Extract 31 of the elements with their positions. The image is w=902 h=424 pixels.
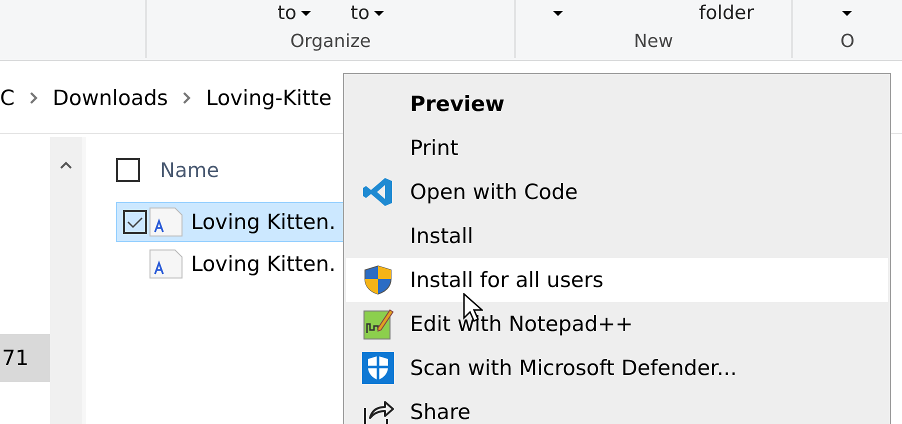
file-name: Loving Kitten. [191, 210, 336, 234]
shield-icon [362, 264, 394, 296]
chevron-right-icon [182, 92, 192, 104]
scrollbar[interactable] [50, 137, 86, 424]
ribbon-button[interactable]: to [344, 0, 390, 26]
breadcrumb-item[interactable]: Downloads [52, 86, 168, 110]
menu-item[interactable]: Install for all users [346, 258, 888, 302]
group-label: Organize [290, 31, 371, 52]
notepad-icon [362, 308, 394, 340]
ribbon-button[interactable]: to [271, 0, 317, 26]
nav-item[interactable]: 71 [0, 334, 50, 382]
breadcrumb-item[interactable]: C [0, 86, 15, 110]
group-label: New [634, 31, 674, 52]
code-editor-icon [362, 176, 394, 208]
column-header[interactable]: Name [160, 158, 220, 182]
menu-item[interactable]: Preview [346, 82, 888, 126]
group-label: O [840, 31, 854, 52]
file-name: Loving Kitten. [191, 252, 336, 276]
menu-item[interactable]: Print [346, 126, 888, 170]
defender-shield-icon [362, 352, 394, 384]
menu-item[interactable]: Scan with Microsoft Defender... [346, 346, 888, 390]
scroll-up-icon[interactable] [60, 161, 72, 169]
breadcrumb-item[interactable]: Loving-Kitte [206, 86, 332, 110]
menu-item[interactable]: Edit with Notepad++ [346, 302, 888, 346]
font-file-icon [149, 207, 183, 237]
select-all-checkbox[interactable] [116, 158, 140, 182]
menu-item[interactable]: Share [346, 390, 888, 424]
font-file-icon [149, 249, 183, 279]
ribbon-button[interactable]: folder [692, 0, 760, 26]
chevron-right-icon [28, 92, 39, 104]
row-checkbox[interactable] [123, 210, 147, 234]
